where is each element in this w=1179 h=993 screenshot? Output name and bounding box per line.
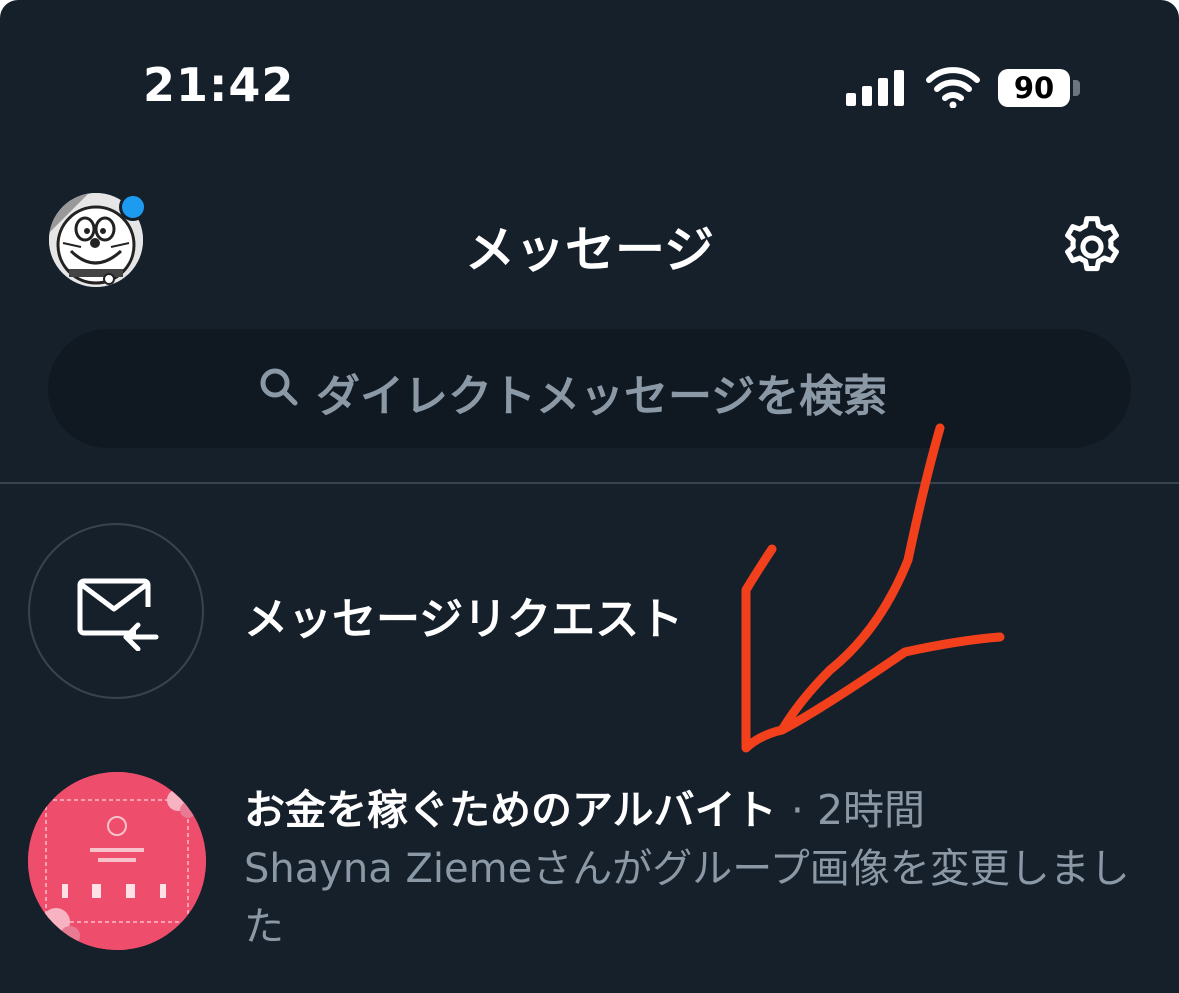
conversation-meta: · 2時間 bbox=[791, 786, 925, 834]
conversation-time: 2時間 bbox=[816, 786, 926, 834]
meta-separator: · bbox=[790, 786, 804, 834]
group-image-icon bbox=[28, 772, 206, 950]
search-icon bbox=[260, 368, 298, 406]
messages-screen: 21:42 90 メッセージ ダイレクトメッセージを検索 メッセージリクエスト … bbox=[0, 0, 1179, 993]
battery-indicator: 90 bbox=[998, 69, 1070, 107]
battery-tip bbox=[1073, 80, 1080, 96]
status-time: 21:42 bbox=[143, 58, 295, 112]
envelope-arrow-icon bbox=[77, 578, 159, 651]
wifi-icon bbox=[926, 67, 980, 108]
message-request-label[interactable]: メッセージリクエスト bbox=[244, 583, 683, 647]
conversation-avatar[interactable] bbox=[28, 772, 206, 950]
conversation-name: お金を稼ぐためのアルバイト bbox=[244, 786, 777, 834]
search-placeholder: ダイレクトメッセージを検索 bbox=[316, 371, 888, 422]
page-title: メッセージ bbox=[465, 221, 714, 279]
conversation-title[interactable]: お金を稼ぐためのアルバイト · 2時間 bbox=[244, 776, 925, 836]
divider bbox=[0, 482, 1179, 484]
gear-icon[interactable] bbox=[1058, 213, 1126, 281]
conversation-preview: Shayna Ziemeさんがグループ画像を変更しました bbox=[244, 846, 1130, 950]
cellular-signal-icon bbox=[846, 70, 904, 106]
